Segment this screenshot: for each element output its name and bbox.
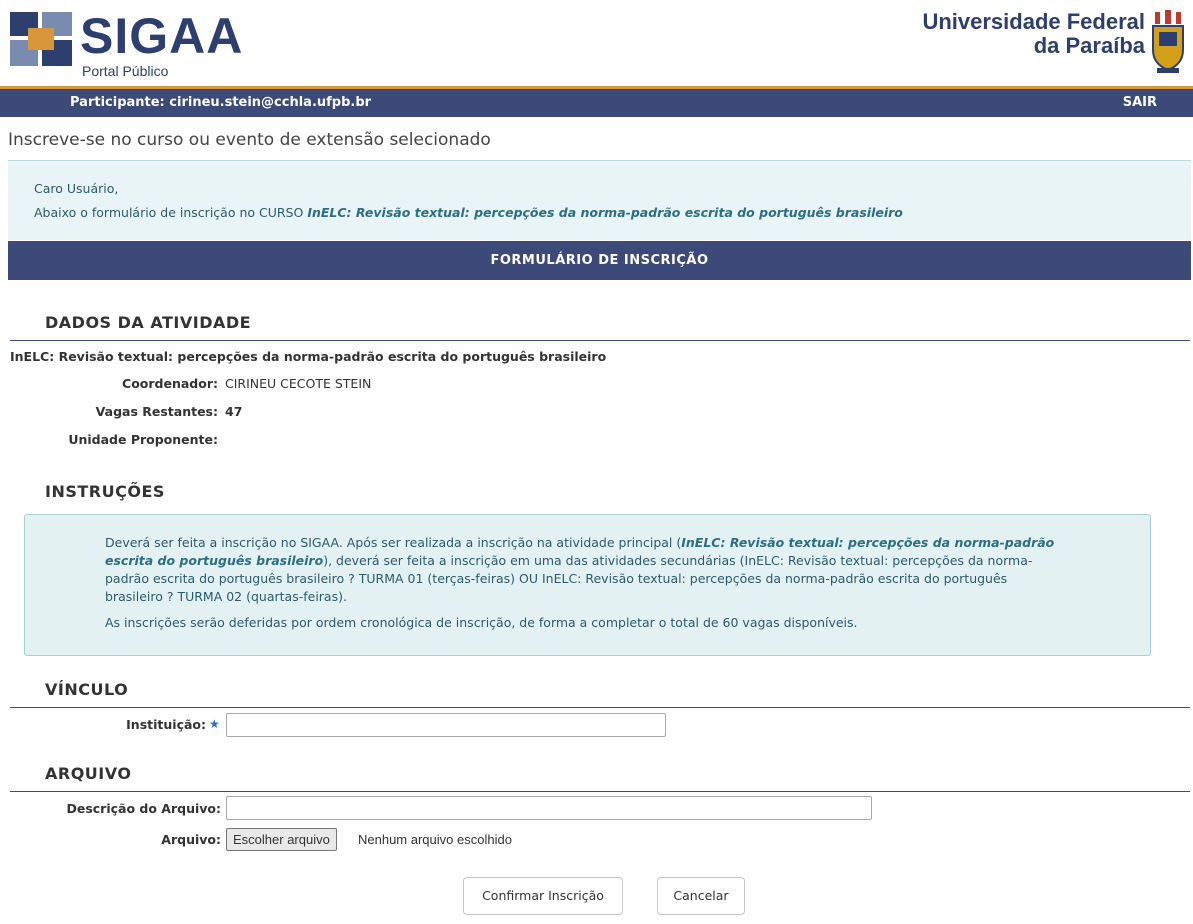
university-line-2: da Paraíba bbox=[1033, 33, 1145, 58]
logout-link[interactable]: SAIR bbox=[1123, 95, 1157, 110]
instructions-p1-start: Deverá ser feita a inscrição no SIGAA. A… bbox=[105, 535, 682, 550]
coordinator-value: CIRINEU CECOTE STEIN bbox=[225, 376, 372, 391]
institution-input[interactable] bbox=[226, 713, 666, 737]
file-description-label: Descrição do Arquivo: bbox=[66, 801, 221, 816]
institution-label: Instituição: bbox=[126, 717, 206, 732]
section-title-vinculo: VÍNCULO bbox=[45, 680, 129, 699]
section-title-instructions: INSTRUÇÕES bbox=[45, 482, 165, 501]
logo-subtitle: Portal Público bbox=[82, 63, 169, 79]
info-course-name: InELC: Revisão textual: percepções da no… bbox=[307, 205, 903, 220]
file-status-text: Nenhum arquivo escolhido bbox=[358, 832, 512, 847]
file-label: Arquivo: bbox=[161, 832, 221, 847]
instructions-paragraph-2: As inscrições serão deferidas por ordem … bbox=[105, 615, 858, 630]
vacancies-label: Vagas Restantes: bbox=[95, 404, 218, 419]
file-description-input[interactable] bbox=[226, 796, 872, 820]
sigaa-logo-icon bbox=[10, 12, 72, 66]
section-title-arquivo: ARQUIVO bbox=[45, 764, 132, 783]
participant-info: Participante: cirineu.stein@cchla.ufpb.b… bbox=[70, 95, 372, 110]
info-message-box: Caro Usuário, Abaixo o formulário de ins… bbox=[8, 160, 1191, 240]
info-greeting: Caro Usuário, bbox=[34, 181, 119, 196]
university-crest-icon bbox=[1152, 10, 1184, 73]
info-intro-text: Abaixo o formulário de inscrição no CURS… bbox=[34, 205, 304, 220]
vacancies-value: 47 bbox=[225, 404, 243, 419]
instructions-paragraph-1: Deverá ser feita a inscrição no SIGAA. A… bbox=[105, 534, 1065, 606]
choose-file-button[interactable]: Escolher arquivo bbox=[226, 828, 337, 851]
section-divider bbox=[10, 340, 1190, 341]
section-title-activity: DADOS DA ATIVIDADE bbox=[45, 313, 252, 332]
activity-name: InELC: Revisão textual: percepções da no… bbox=[10, 349, 607, 364]
section-divider bbox=[10, 791, 1190, 792]
instructions-box: Deverá ser feita a inscrição no SIGAA. A… bbox=[24, 514, 1151, 656]
unit-label: Unidade Proponente: bbox=[68, 432, 218, 447]
confirm-registration-button[interactable]: Confirmar Inscrição bbox=[463, 877, 623, 915]
required-star-icon: ★ bbox=[209, 717, 220, 731]
instructions-text: Deverá ser feita a inscrição no SIGAA. A… bbox=[105, 534, 1065, 632]
page-title: Inscreve-se no curso ou evento de extens… bbox=[8, 130, 491, 150]
cancel-button[interactable]: Cancelar bbox=[657, 877, 745, 915]
participant-bar: Participante: cirineu.stein@cchla.ufpb.b… bbox=[0, 89, 1193, 117]
university-line-1: Universidade Federal bbox=[922, 9, 1145, 34]
university-name: Universidade Federal da Paraíba bbox=[922, 10, 1145, 58]
section-divider bbox=[10, 707, 1190, 708]
sigaa-logo-text: SIGAA bbox=[80, 8, 244, 64]
info-line: Abaixo o formulário de inscrição no CURS… bbox=[34, 205, 903, 220]
form-header: FORMULÁRIO DE INSCRIÇÃO bbox=[8, 241, 1191, 280]
coordinator-label: Coordenador: bbox=[122, 376, 218, 391]
page-header: SIGAA Portal Público Universidade Federa… bbox=[0, 0, 1193, 86]
